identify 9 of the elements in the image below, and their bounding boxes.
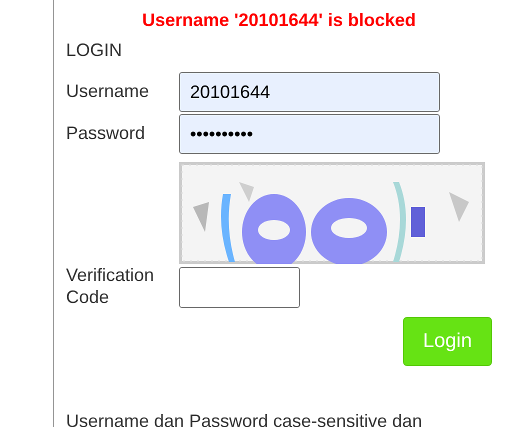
error-message: Username '20101644' is blocked bbox=[141, 9, 417, 31]
field-label: Verification Code bbox=[66, 264, 156, 308]
form-title: LOGIN bbox=[66, 39, 124, 61]
note-text: Username dan Password case-sensitive dan bbox=[66, 410, 424, 427]
password-field[interactable]: •••••••••• bbox=[179, 114, 440, 154]
verification-code-field[interactable] bbox=[179, 266, 300, 308]
username-field[interactable]: 20101644 bbox=[179, 72, 440, 112]
field-label: Password bbox=[66, 122, 146, 144]
field-label: Username bbox=[66, 80, 150, 102]
